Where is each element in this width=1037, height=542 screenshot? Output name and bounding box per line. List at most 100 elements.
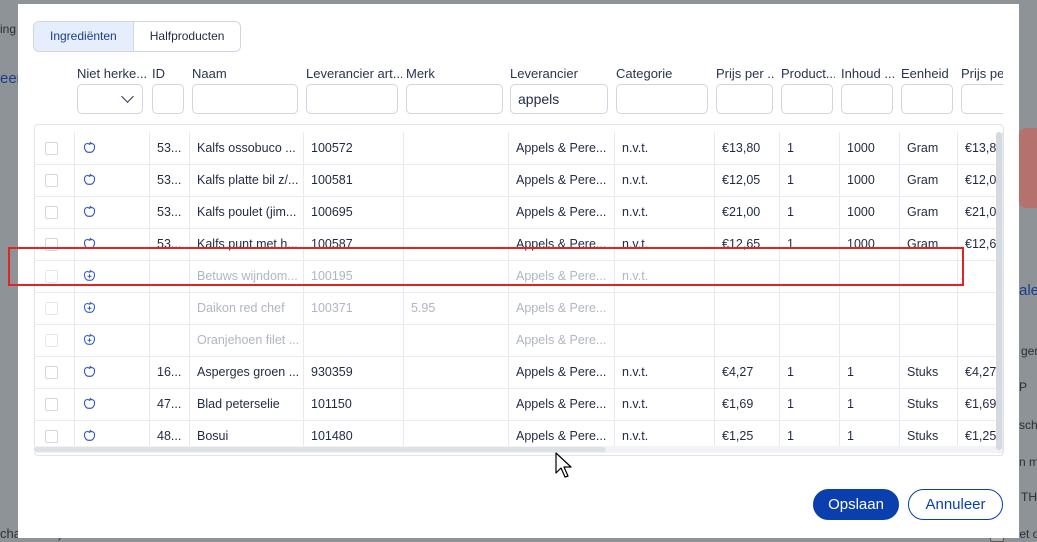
horizontal-scrollbar[interactable] — [34, 446, 996, 453]
filter-product-input[interactable] — [781, 84, 833, 114]
apple-outline-icon[interactable] — [83, 173, 96, 186]
row-checkbox[interactable] — [45, 334, 58, 347]
horizontal-scroll-thumb[interactable] — [34, 447, 606, 452]
table-row[interactable]: Daikon red chef 100371 5.95 Appels & Pere..… — [35, 292, 1003, 325]
apple-plus-icon[interactable] — [83, 269, 96, 282]
col-header-brand[interactable]: Merk — [406, 66, 496, 81]
filter-content-input[interactable] — [841, 84, 893, 114]
col-header-unit[interactable]: Eenheid — [901, 66, 953, 81]
filter-name-input[interactable] — [192, 84, 298, 114]
row-checkbox[interactable] — [45, 302, 58, 315]
cell-brand — [404, 164, 509, 196]
apple-outline-icon[interactable] — [83, 205, 96, 218]
tab-ingredients[interactable]: Ingrediënten — [34, 22, 134, 51]
apple-outline-icon[interactable] — [83, 429, 96, 442]
bg-text: P — [1019, 380, 1028, 394]
cell-name: Asperges groen ... — [190, 356, 304, 388]
filter-id-input[interactable] — [152, 84, 184, 114]
row-status-cell — [75, 164, 150, 196]
cell-unit: Gram — [900, 228, 958, 260]
col-header-category[interactable]: Categorie — [616, 66, 706, 81]
cell-unit: Stuks — [900, 356, 958, 388]
cell-brand: 5.95 — [404, 292, 509, 324]
cell-supplier: Appels & Pere... — [509, 228, 615, 260]
cell-category — [615, 324, 715, 356]
cell-brand — [404, 132, 509, 164]
cell-price — [715, 260, 780, 292]
bg-text: ing — [0, 22, 17, 36]
cell-brand — [404, 260, 509, 292]
row-status-cell — [75, 292, 150, 324]
table-row[interactable]: 53... Kalfs poulet (jim... 100695 Appels & … — [35, 196, 1003, 229]
cell-supplier: Appels & Pere... — [509, 164, 615, 196]
row-checkbox-cell — [35, 228, 75, 260]
table-row[interactable]: 47... Blad peterselie 101150 Appels & Pere.… — [35, 388, 1003, 421]
cell-price: €13,80 — [715, 132, 780, 164]
col-header-content[interactable]: Inhoud ... — [841, 66, 895, 81]
chevron-down-icon — [121, 90, 134, 103]
col-header-id[interactable]: ID — [152, 66, 182, 81]
filter-brand-input[interactable] — [406, 84, 503, 114]
cell-id: 53... — [150, 132, 190, 164]
vertical-scrollbar[interactable] — [996, 132, 1002, 452]
col-header-price-per[interactable]: Prijs per ... — [716, 66, 774, 81]
apple-outline-icon[interactable] — [83, 141, 96, 154]
table-row[interactable]: 53... Kalfs ossobuco ... 100572 Appels & Pe… — [35, 132, 1003, 165]
apple-outline-icon[interactable] — [83, 397, 96, 410]
filter-supplier-input[interactable] — [510, 84, 608, 114]
row-checkbox[interactable] — [45, 238, 58, 251]
apple-plus-icon[interactable] — [83, 333, 96, 346]
cancel-button[interactable]: Annuleer — [908, 489, 1003, 520]
cell-content: 1 — [840, 388, 900, 420]
filter-price2-input[interactable] — [961, 84, 1003, 114]
row-status-cell — [75, 388, 150, 420]
apple-outline-icon[interactable] — [83, 365, 96, 378]
row-checkbox[interactable] — [45, 366, 58, 379]
apple-outline-icon[interactable] — [83, 237, 96, 250]
tab-half-products[interactable]: Halfproducten — [133, 22, 241, 51]
col-header-product[interactable]: Product... — [781, 66, 835, 81]
table-row[interactable]: 53... Kalfs platte bil z/... 100581 Appels … — [35, 164, 1003, 197]
filter-unit-input[interactable] — [901, 84, 953, 114]
row-checkbox[interactable] — [45, 398, 58, 411]
row-checkbox[interactable] — [45, 270, 58, 283]
filter-price-input[interactable] — [716, 84, 773, 114]
table-row[interactable]: Oranjehoen filet ... Appels & Pere... — [35, 324, 1003, 357]
cell-supplier: Appels & Pere... — [509, 260, 615, 292]
cell-article: 100587 — [304, 228, 404, 260]
row-checkbox[interactable] — [45, 206, 58, 219]
cell-article: 101150 — [304, 388, 404, 420]
vertical-scroll-thumb[interactable] — [996, 132, 1002, 450]
cell-product: 1 — [780, 164, 840, 196]
col-header-supplier[interactable]: Leverancier — [510, 66, 606, 81]
apple-plus-icon[interactable] — [83, 301, 96, 314]
cell-id: 16... — [150, 356, 190, 388]
save-button[interactable]: Opslaan — [813, 489, 899, 520]
cell-content: 1 — [840, 356, 900, 388]
row-checkbox[interactable] — [45, 174, 58, 187]
cell-category — [615, 292, 715, 324]
row-checkbox[interactable] — [45, 142, 58, 155]
cell-category: n.v.t. — [615, 132, 715, 164]
filter-unrecognized-select[interactable] — [77, 84, 143, 114]
cell-id: 53... — [150, 164, 190, 196]
filter-supplier-article-input[interactable] — [306, 84, 398, 114]
background-food-image — [1017, 128, 1037, 208]
bg-text: sch — [1019, 418, 1037, 432]
row-checkbox[interactable] — [45, 430, 58, 443]
cell-unit — [900, 324, 958, 356]
table-row[interactable]: Betuws wijndom... 100195 Appels & Pere... n… — [35, 260, 1003, 293]
filter-category-input[interactable] — [616, 84, 708, 114]
col-header-unrecognized[interactable]: Niet herke... — [77, 66, 147, 81]
col-header-supplier-article[interactable]: Leverancier art... — [306, 66, 402, 81]
cell-supplier: Appels & Pere... — [509, 132, 615, 164]
cell-id — [150, 292, 190, 324]
cell-article: 100572 — [304, 132, 404, 164]
cell-unit: Gram — [900, 164, 958, 196]
col-header-name[interactable]: Naam — [192, 66, 292, 81]
table-row[interactable]: 53... Kalfs punt met h... 100587 Appels & P… — [35, 228, 1003, 261]
row-status-cell — [75, 260, 150, 292]
row-checkbox-cell — [35, 324, 75, 356]
table-row[interactable]: 16... Asperges groen ... 930359 Appels & Pe… — [35, 356, 1003, 389]
col-header-price-per-2[interactable]: Prijs pe — [961, 66, 1003, 81]
